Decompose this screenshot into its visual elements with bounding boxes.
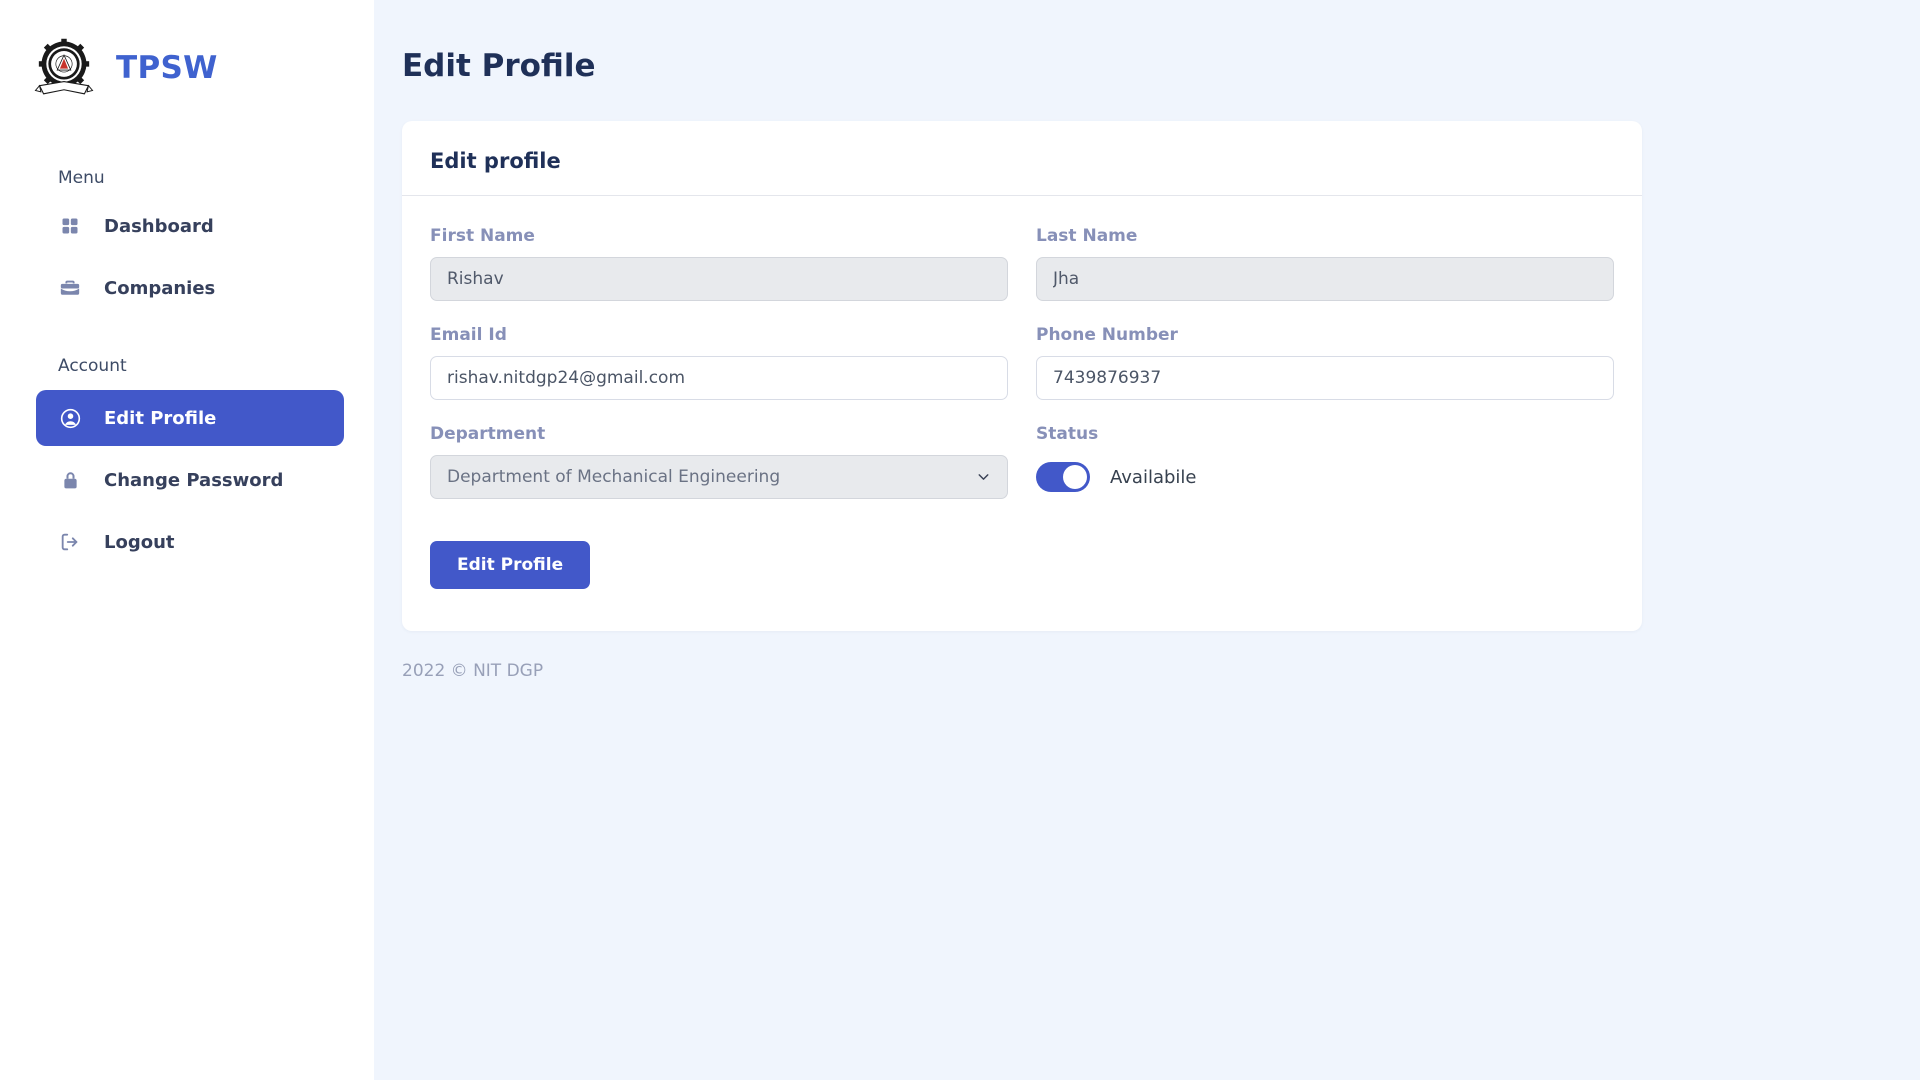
sidebar-item-label: Edit Profile (104, 407, 217, 429)
sidebar-item-companies[interactable]: Companies (36, 260, 344, 316)
department-select[interactable]: Department of Mechanical Engineering (430, 455, 1008, 499)
card-body: First Name Last Name Email Id (402, 196, 1642, 631)
edit-profile-card: Edit profile First Name Last Name (402, 121, 1642, 631)
sidebar-section-account-label: Account (58, 356, 127, 376)
grid-icon (58, 214, 82, 238)
department-label: Department (430, 424, 546, 444)
last-name-input (1036, 257, 1614, 301)
availability-toggle[interactable] (1036, 462, 1090, 492)
last-name-label: Last Name (1036, 226, 1138, 246)
field-first-name: First Name (430, 226, 1008, 301)
card-title: Edit profile (402, 121, 1642, 196)
app-root: TPSW Menu Dashboard Companies Account Ed… (0, 0, 1920, 1080)
nit-durgapur-emblem-icon (30, 34, 98, 102)
edit-profile-submit-button[interactable]: Edit Profile (430, 541, 591, 589)
status-label: Status (1036, 424, 1099, 444)
footer-copyright: 2022 © NIT DGP (402, 661, 544, 681)
email-input[interactable] (430, 356, 1008, 400)
phone-label: Phone Number (1036, 325, 1178, 345)
phone-input[interactable] (1036, 356, 1614, 400)
status-row: Availabile (1036, 455, 1614, 499)
briefcase-icon (58, 276, 82, 300)
email-label: Email Id (430, 325, 507, 345)
field-email: Email Id (430, 325, 1008, 400)
brand[interactable]: TPSW (0, 0, 374, 110)
sidebar-item-change-password[interactable]: Change Password (36, 452, 344, 508)
first-name-input (430, 257, 1008, 301)
sidebar-item-label: Dashboard (104, 215, 214, 237)
sidebar-item-label: Logout (104, 531, 175, 553)
main-content: Edit Profile Edit profile First Name Las… (374, 0, 1920, 1080)
sidebar-item-logout[interactable]: Logout (36, 514, 344, 570)
field-status: Status Availabile (1036, 424, 1614, 499)
status-toggle-label: Availabile (1110, 466, 1197, 488)
sidebar: TPSW Menu Dashboard Companies Account Ed… (0, 0, 374, 1080)
field-phone: Phone Number (1036, 325, 1614, 400)
sidebar-item-label: Companies (104, 277, 216, 299)
brand-name: TPSW (116, 50, 218, 86)
sidebar-item-edit-profile[interactable]: Edit Profile (36, 390, 344, 446)
sidebar-section-menu-label: Menu (58, 168, 105, 188)
sidebar-item-dashboard[interactable]: Dashboard (36, 198, 344, 254)
field-department: Department Department of Mechanical Engi… (430, 424, 1008, 499)
sidebar-item-label: Change Password (104, 469, 284, 491)
user-circle-icon (58, 406, 82, 430)
profile-form: First Name Last Name Email Id (430, 226, 1614, 523)
logout-icon (58, 530, 82, 554)
toggle-knob (1063, 465, 1087, 489)
page-title: Edit Profile (402, 48, 596, 84)
field-last-name: Last Name (1036, 226, 1614, 301)
first-name-label: First Name (430, 226, 535, 246)
lock-icon (58, 468, 82, 492)
